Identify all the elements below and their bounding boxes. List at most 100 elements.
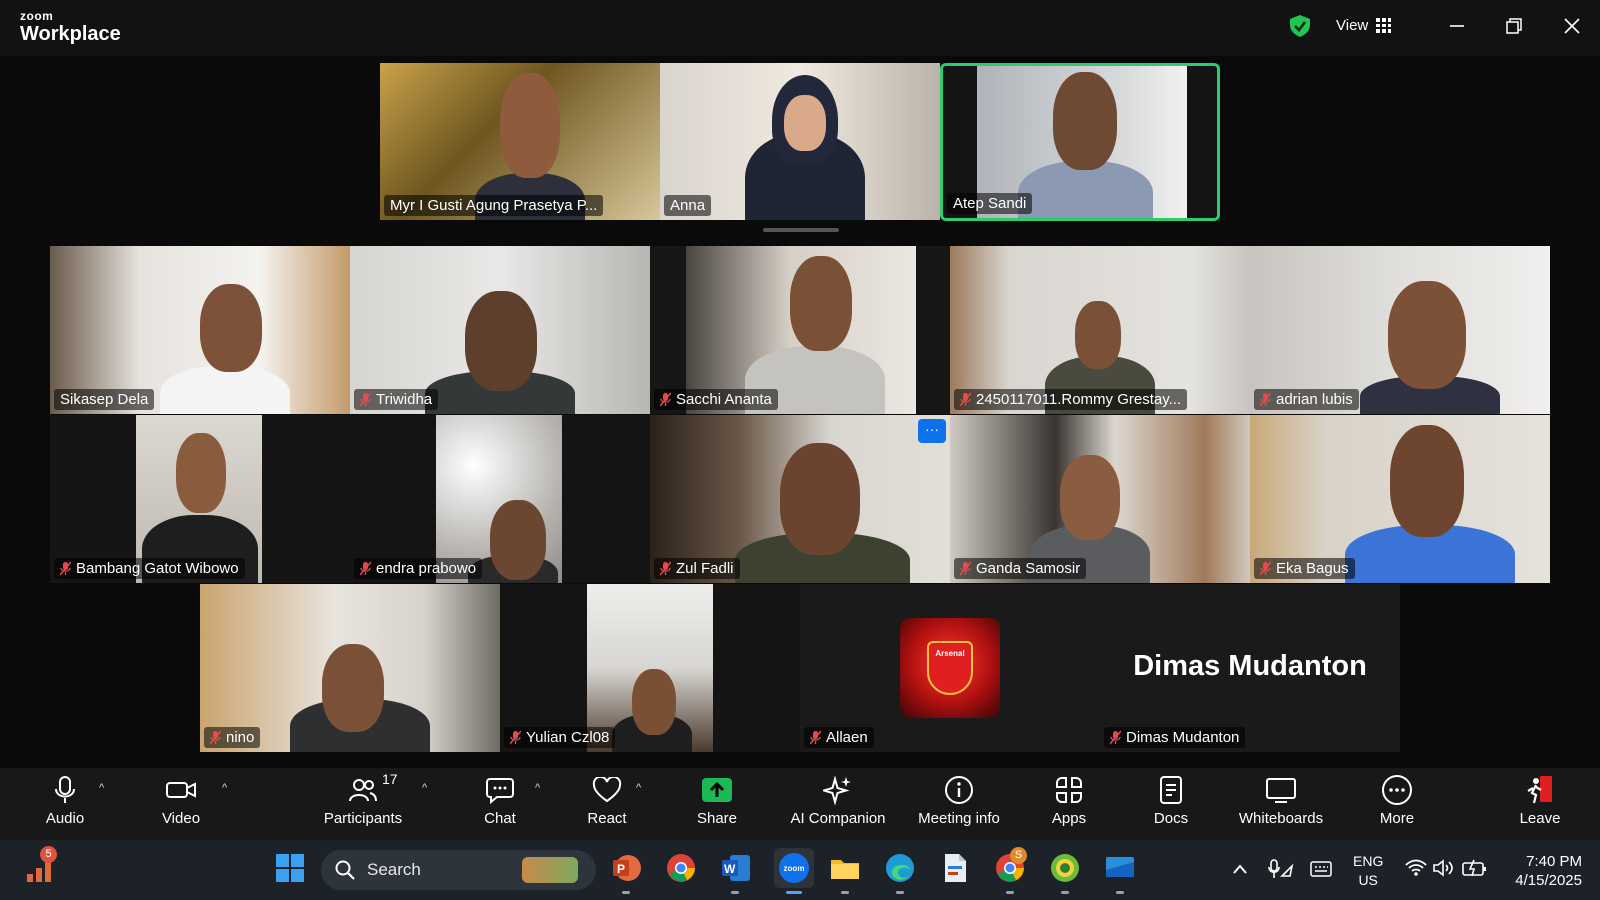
share-button[interactable]: Share — [694, 772, 740, 836]
windows-taskbar: 5 Search P W zoom S ENG US 7:40 PM 4/15/… — [0, 840, 1600, 900]
video-tile[interactable]: Myr I Gusti Agung Prasetya P... — [380, 63, 660, 220]
volume-icon[interactable] — [1432, 859, 1454, 877]
open-app-indicator — [841, 891, 849, 894]
participant-name-label: Sacchi Ananta — [654, 389, 778, 410]
battery-charging-icon[interactable] — [1462, 859, 1488, 877]
share-label: Share — [696, 810, 738, 827]
video-tile[interactable]: adrian lubis — [1250, 246, 1550, 414]
microphone-icon — [55, 776, 75, 803]
chat-label: Chat — [484, 810, 516, 827]
shield-check-icon[interactable] — [1289, 14, 1311, 38]
strip-scroll-handle[interactable] — [763, 228, 839, 232]
video-tile[interactable]: endra prabowo — [350, 415, 650, 583]
taskbar-search-box[interactable]: Search — [321, 850, 596, 890]
mic-muted-icon — [359, 392, 372, 407]
chrome-icon[interactable] — [665, 852, 697, 884]
video-tile[interactable]: Dimas Mudanton Dimas Mudanton — [1100, 584, 1400, 752]
chevron-up-icon[interactable] — [1232, 862, 1248, 876]
video-tile[interactable]: Arsenal Allaen — [800, 584, 1100, 752]
file-explorer-icon[interactable] — [829, 852, 861, 884]
open-app-indicator — [896, 891, 904, 894]
apps-button[interactable]: Apps — [1046, 772, 1092, 836]
search-icon — [335, 860, 355, 880]
docs-button[interactable]: Docs — [1148, 772, 1194, 836]
video-camera-icon — [166, 782, 196, 798]
video-options-caret[interactable]: ^ — [222, 782, 227, 794]
audio-options-caret[interactable]: ^ — [99, 782, 104, 794]
share-screen-icon — [702, 778, 732, 802]
mic-muted-icon — [959, 392, 972, 407]
chrome-profile-icon[interactable]: S — [994, 847, 1027, 884]
video-tile[interactable]: Yulian Czl08 — [500, 584, 800, 752]
mic-muted-icon — [1259, 392, 1272, 407]
leave-button[interactable]: Leave — [1516, 772, 1564, 836]
location-mic-icon[interactable] — [1268, 858, 1294, 880]
word-icon[interactable]: W — [720, 852, 752, 884]
video-tile-active-speaker[interactable]: Atep Sandi — [940, 63, 1220, 221]
svg-text:W: W — [724, 862, 736, 876]
clock-date: 4/15/2025 — [1515, 872, 1582, 889]
ai-companion-button[interactable]: AI Companion — [786, 772, 890, 836]
react-options-caret[interactable]: ^ — [636, 782, 641, 794]
stocks-widget-icon[interactable]: 5 — [24, 846, 58, 886]
view-button[interactable]: View — [1336, 17, 1392, 34]
participants-label: Participants — [323, 810, 403, 827]
close-icon[interactable] — [1560, 14, 1584, 38]
pdf-document-icon[interactable] — [939, 852, 971, 884]
wifi-icon[interactable] — [1405, 859, 1427, 877]
video-tile[interactable]: Eka Bagus — [1250, 415, 1550, 583]
ai-companion-label: AI Companion — [790, 810, 886, 827]
participant-name-label: Yulian Czl08 — [504, 727, 616, 748]
language-label: ENG — [1353, 853, 1384, 869]
remote-desktop-icon[interactable] — [1104, 852, 1136, 884]
input-language-indicator[interactable]: ENG US — [1353, 852, 1383, 890]
more-options-button[interactable]: ··· — [918, 419, 946, 443]
keyboard-icon[interactable] — [1310, 860, 1332, 878]
participant-name-label: adrian lubis — [1254, 389, 1359, 410]
minimize-icon[interactable] — [1445, 14, 1469, 38]
video-tile[interactable]: nino — [200, 584, 500, 752]
chat-options-caret[interactable]: ^ — [535, 782, 540, 794]
video-tile[interactable]: Anna — [660, 63, 940, 220]
participant-name-label: Allaen — [804, 727, 874, 748]
arsenal-avatar: Arsenal — [900, 618, 1000, 718]
whiteboards-button[interactable]: Whiteboards — [1236, 772, 1326, 836]
participant-name-label: 2450117011.Rommy Grestay... — [954, 389, 1188, 410]
video-tile[interactable]: Sikasep Dela — [50, 246, 350, 414]
more-button[interactable]: More — [1374, 772, 1420, 836]
audio-button[interactable]: Audio — [38, 772, 92, 836]
whiteboards-label: Whiteboards — [1238, 810, 1324, 827]
chrome-green-icon[interactable] — [1049, 852, 1081, 884]
notification-badge: 5 — [40, 846, 57, 863]
open-app-indicator — [1116, 891, 1124, 894]
participant-name-label: endra prabowo — [354, 558, 483, 579]
video-button[interactable]: Video — [154, 772, 208, 836]
video-tile[interactable]: Bambang Gatot Wibowo — [50, 415, 350, 583]
video-label: Video — [161, 810, 201, 827]
chat-button[interactable]: Chat — [480, 772, 520, 836]
video-tile[interactable]: Sacchi Ananta — [650, 246, 950, 414]
video-tile[interactable]: ··· Zul Fadli — [650, 415, 950, 583]
system-clock[interactable]: 7:40 PM 4/15/2025 — [1502, 852, 1582, 890]
mic-muted-icon — [209, 730, 222, 745]
zoom-icon-text: zoom — [783, 863, 805, 873]
participants-button[interactable]: 17 Participants — [318, 771, 408, 836]
heart-icon — [592, 777, 622, 803]
video-tile[interactable]: Triwidha — [350, 246, 650, 414]
meeting-info-button[interactable]: Meeting info — [912, 772, 1006, 836]
zoom-taskbar-app[interactable]: zoom — [774, 848, 814, 888]
view-label: View — [1336, 17, 1369, 34]
react-label: React — [587, 810, 627, 827]
video-tile[interactable]: Ganda Samosir — [950, 415, 1250, 583]
clock-time: 7:40 PM — [1526, 853, 1582, 870]
info-icon — [945, 776, 973, 804]
edge-icon[interactable] — [884, 852, 916, 884]
restore-icon[interactable] — [1502, 14, 1526, 38]
windows-start-icon[interactable] — [274, 852, 306, 884]
participants-options-caret[interactable]: ^ — [422, 782, 427, 794]
region-label: US — [1358, 872, 1378, 888]
mic-muted-icon — [809, 730, 822, 745]
powerpoint-icon[interactable]: P — [610, 852, 642, 884]
video-tile[interactable]: 2450117011.Rommy Grestay... — [950, 246, 1250, 414]
react-button[interactable]: React — [584, 772, 630, 836]
